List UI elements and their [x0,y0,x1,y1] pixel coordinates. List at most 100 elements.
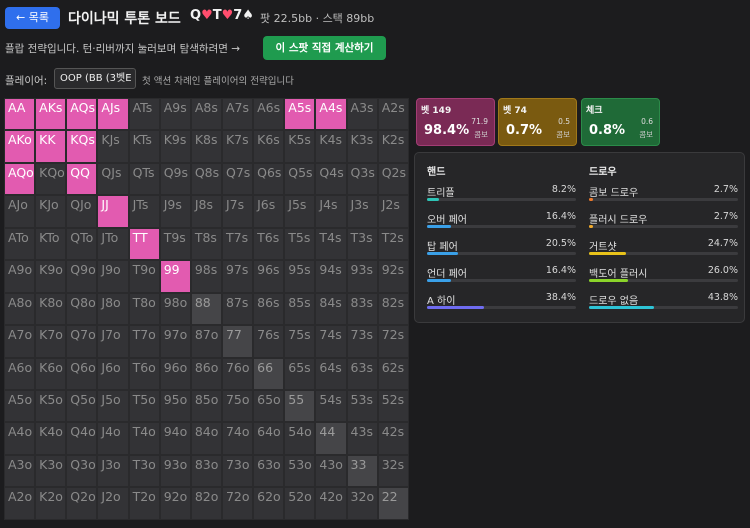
hand-cell[interactable]: 95o [159,389,191,423]
hand-cell[interactable]: 74s [315,325,347,358]
hand-cell[interactable]: 86s [253,292,285,326]
hand-cell[interactable]: J2o [97,487,129,520]
hand-cell[interactable]: 98s [190,260,222,293]
hand-cell[interactable]: AQo [4,162,36,196]
hand-cell[interactable]: AA [4,98,36,131]
hand-cell[interactable]: KQs [66,130,98,163]
hand-cell[interactable]: Q3o [66,454,98,488]
hand-cell[interactable]: JJ [97,195,129,228]
hand-cell[interactable]: Q5s [284,162,316,196]
hand-cell[interactable]: T9o [128,260,160,293]
hand-cell[interactable]: JTo [97,227,129,261]
hand-cell[interactable]: J2s [377,195,409,228]
hand-cell[interactable]: 65o [253,389,285,423]
hand-cell[interactable]: 22 [377,487,409,520]
hand-cell[interactable]: 44 [315,422,347,455]
hand-cell[interactable]: Q7s [221,162,254,196]
hand-cell[interactable]: KK [35,130,67,163]
hand-cell[interactable]: 52o [284,487,316,520]
hand-cell[interactable]: 76s [253,325,285,358]
hand-cell[interactable]: 65s [284,357,316,390]
hand-cell[interactable]: QQ [66,162,98,196]
hand-cell[interactable]: 83o [190,454,222,488]
hand-cell[interactable]: AKs [35,98,67,131]
hand-cell[interactable]: J9o [97,260,129,293]
hand-cell[interactable]: T2s [377,227,409,261]
hand-cell[interactable]: A8s [190,98,222,131]
hand-cell[interactable]: A9s [159,98,191,131]
hand-cell[interactable]: J4o [97,422,129,455]
hand-cell[interactable]: KJo [35,195,67,228]
hand-cell[interactable]: T7s [221,227,254,261]
hand-cell[interactable]: ATs [128,98,160,131]
hand-cell[interactable]: AKo [4,130,36,163]
hand-cell[interactable]: K6s [253,130,285,163]
hand-cell[interactable]: K8s [190,130,222,163]
hand-cell[interactable]: T6o [128,357,160,390]
hand-cell[interactable]: T2o [128,487,160,520]
hand-cell[interactable]: J4s [315,195,347,228]
hand-cell[interactable]: AQs [66,98,98,131]
hand-cell[interactable]: 83s [346,292,378,326]
hand-cell[interactable]: K2s [377,130,409,163]
hand-cell[interactable]: 72o [221,487,254,520]
hand-cell[interactable]: T8o [128,292,160,326]
hand-cell[interactable]: K3o [35,454,67,488]
hand-cell[interactable]: J8o [97,292,129,326]
hand-cell[interactable]: 72s [377,325,409,358]
hand-cell[interactable]: K4o [35,422,67,455]
hand-cell[interactable]: Q6o [66,357,98,390]
hand-cell[interactable]: 76o [221,357,254,390]
hand-cell[interactable]: K7s [221,130,254,163]
hand-cell[interactable]: 42s [377,422,409,455]
hand-cell[interactable]: K3s [346,130,378,163]
hand-cell[interactable]: 93s [346,260,378,293]
hand-cell[interactable]: QJs [97,162,129,196]
hand-cell[interactable]: A7o [4,325,36,358]
hand-cell[interactable]: J6s [253,195,285,228]
hand-cell[interactable]: 63o [253,454,285,488]
hand-cell[interactable]: Q6s [253,162,285,196]
hand-cell[interactable]: T3o [128,454,160,488]
hand-cell[interactable]: J5s [284,195,316,228]
hand-cell[interactable]: K5s [284,130,316,163]
hand-cell[interactable]: 54o [284,422,316,455]
action-card-bet-149[interactable]: 벳 149 98.4% 71.9 콤보 [416,98,495,146]
hand-cell[interactable]: KTs [128,130,160,163]
hand-cell[interactable]: T4s [315,227,347,261]
hand-cell[interactable]: 53o [284,454,316,488]
hand-cell[interactable]: Q8s [190,162,222,196]
hand-cell[interactable]: J8s [190,195,222,228]
hand-cell[interactable]: 98o [159,292,191,326]
hand-cell[interactable]: 75o [221,389,254,423]
hand-cell[interactable]: A6s [253,98,285,131]
hand-cell[interactable]: K9s [159,130,191,163]
hand-cell[interactable]: T9s [159,227,191,261]
hand-cell[interactable]: 96o [159,357,191,390]
hand-cell[interactable]: Q5o [66,389,98,423]
hand-cell[interactable]: K6o [35,357,67,390]
hand-cell[interactable]: 42o [315,487,347,520]
hand-cell[interactable]: 32s [377,454,409,488]
hand-cell[interactable]: A5o [4,389,36,423]
hand-cell[interactable]: T3s [346,227,378,261]
hand-cell[interactable]: QJo [66,195,98,228]
hand-cell[interactable]: 94s [315,260,347,293]
hand-cell[interactable]: Q4s [315,162,347,196]
hand-cell[interactable]: QTo [66,227,98,261]
hand-cell[interactable]: A7s [221,98,254,131]
hand-cell[interactable]: 93o [159,454,191,488]
hand-cell[interactable]: Q9s [159,162,191,196]
hand-cell[interactable]: 33 [346,454,378,488]
hand-cell[interactable]: J3s [346,195,378,228]
hand-cell[interactable]: A8o [4,292,36,326]
hand-cell[interactable]: 96s [253,260,285,293]
hand-cell[interactable]: Q9o [66,260,98,293]
hand-cell[interactable]: 43o [315,454,347,488]
hand-cell[interactable]: 54s [315,389,347,423]
hand-cell[interactable]: 64o [253,422,285,455]
hand-cell[interactable]: 62s [377,357,409,390]
hand-cell[interactable]: 82s [377,292,409,326]
action-card-check[interactable]: 체크 0.8% 0.6 콤보 [581,98,660,146]
hand-cell[interactable]: ATo [4,227,36,261]
